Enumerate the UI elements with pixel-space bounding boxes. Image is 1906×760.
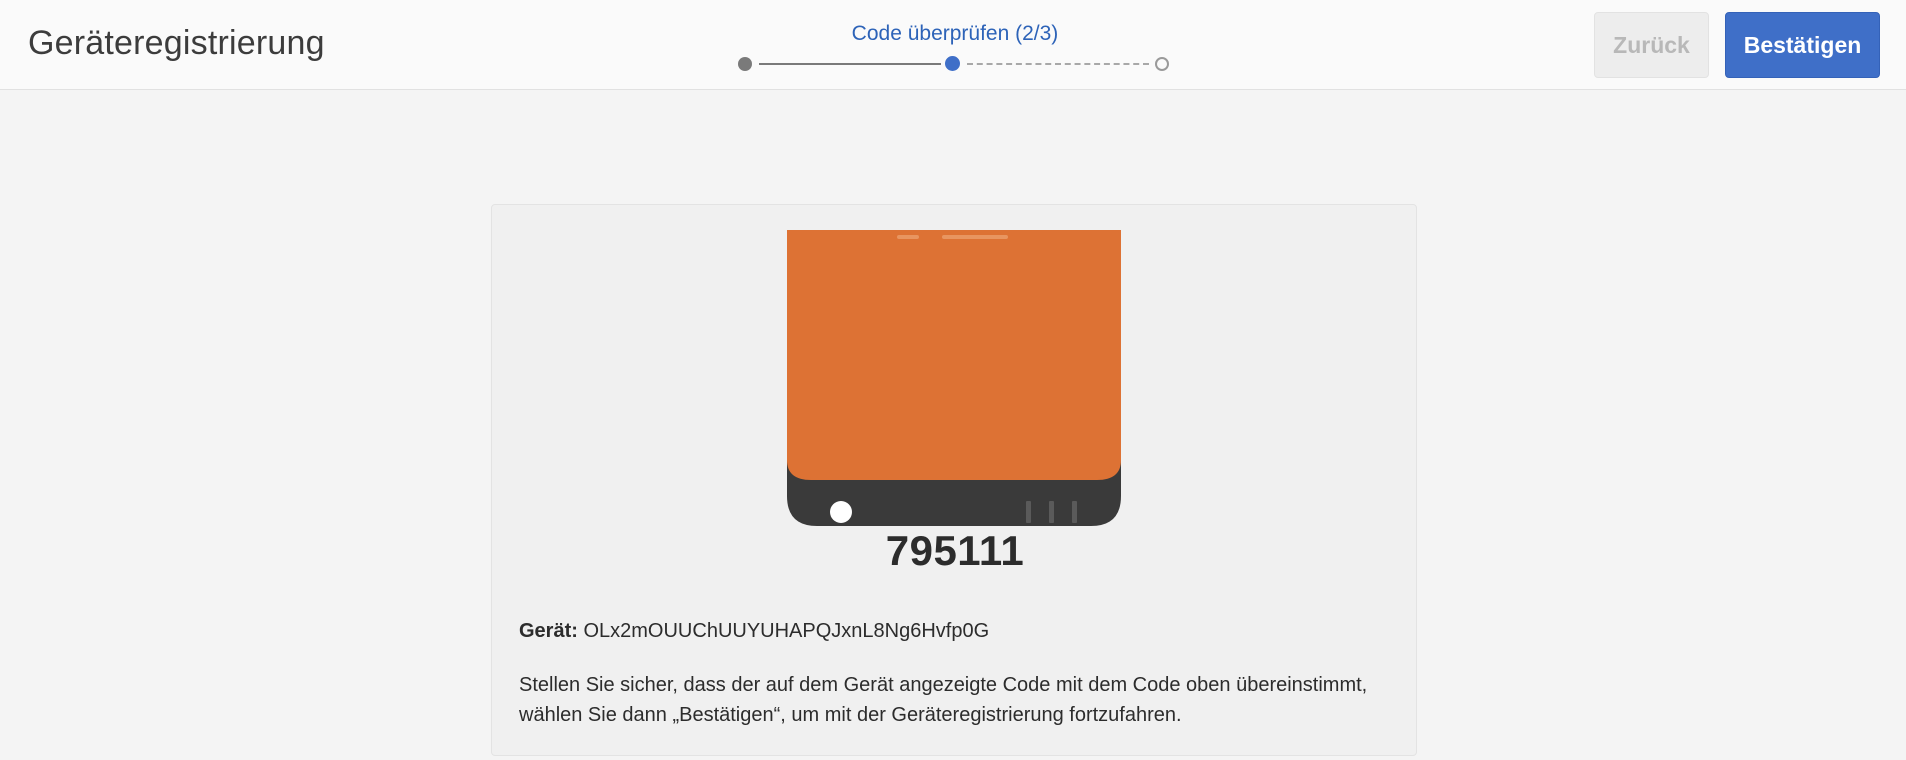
step-label: Code überprüfen (2/3) [851, 22, 1059, 45]
progress-stepper: Code überprüfen (2/3) [735, 18, 1175, 78]
verification-card: 795111 Gerät: OLx2mOUUChUUYUHAPQJxnL8Ng6… [491, 204, 1417, 756]
step-3-indicator [1155, 57, 1169, 71]
page-title: Geräteregistrierung [28, 24, 325, 62]
step-connector-pending [967, 63, 1149, 65]
device-label: Gerät: [519, 620, 578, 642]
device-id: OLx2mOUUChUUYUHAPQJxnL8Ng6Hvfp0G [583, 620, 990, 642]
step-1-indicator [738, 57, 752, 71]
top-bar: Geräteregistrierung Code überprüfen (2/3… [0, 0, 1906, 90]
step-2-indicator [945, 56, 960, 71]
back-button[interactable]: Zurück [1594, 12, 1709, 78]
verification-code: 795111 [885, 527, 1025, 574]
device-info: Gerät: OLx2mOUUChUUYUHAPQJxnL8Ng6Hvfp0G [519, 620, 989, 643]
device-icon [787, 230, 1121, 526]
step-connector-completed [759, 63, 941, 65]
confirm-button[interactable]: Bestätigen [1725, 12, 1880, 78]
instruction-text: Stellen Sie sicher, dass der auf dem Ger… [519, 674, 1368, 726]
